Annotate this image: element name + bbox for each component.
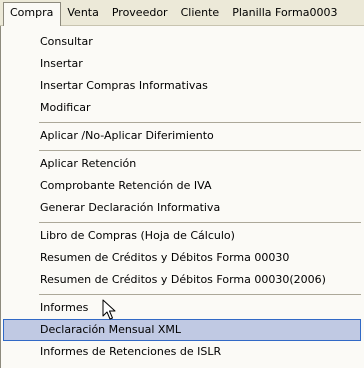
menu-venta[interactable]: Venta [61,2,105,24]
menu-planilla-forma0003[interactable]: Planilla Forma0003 [226,2,344,24]
menu-item-informes[interactable]: Informes [3,297,361,319]
menu-compra[interactable]: Compra [3,1,62,27]
menu-item-resumen-forma-00030[interactable]: Resumen de Créditos y Débitos Forma 0003… [3,247,361,269]
menu-item-modificar[interactable]: Modificar [3,97,361,119]
menu-item-declaracion-mensual-xml[interactable]: Declaración Mensual XML [3,319,361,341]
menu-item-consultar[interactable]: Consultar [3,31,361,53]
menu-separator [39,122,361,123]
menu-item-generar-declaracion-informativa[interactable]: Generar Declaración Informativa [3,197,361,219]
menu-bar: Compra Venta Proveedor Cliente Planilla … [0,0,364,27]
mouse-pointer-icon [102,299,116,320]
compra-dropdown-menu: Consultar Insertar Insertar Compras Info… [0,26,364,368]
menu-separator [39,222,361,223]
menu-proveedor[interactable]: Proveedor [106,2,175,24]
menu-item-aplicar-diferimiento[interactable]: Aplicar /No-Aplicar Diferimiento [3,125,361,147]
menu-separator [39,294,361,295]
menu-item-informes-retenciones-islr[interactable]: Informes de Retenciones de ISLR [3,341,361,363]
menu-separator [39,150,361,151]
menu-item-insertar[interactable]: Insertar [3,53,361,75]
menu-item-libro-de-compras[interactable]: Libro de Compras (Hoja de Cálculo) [3,225,361,247]
menu-item-insertar-compras-informativas[interactable]: Insertar Compras Informativas [3,75,361,97]
menu-cliente[interactable]: Cliente [175,2,227,24]
menu-item-aplicar-retencion[interactable]: Aplicar Retención [3,153,361,175]
menu-item-resumen-forma-00030-2006[interactable]: Resumen de Créditos y Débitos Forma 0003… [3,269,361,291]
menu-item-comprobante-retencion-iva[interactable]: Comprobante Retención de IVA [3,175,361,197]
